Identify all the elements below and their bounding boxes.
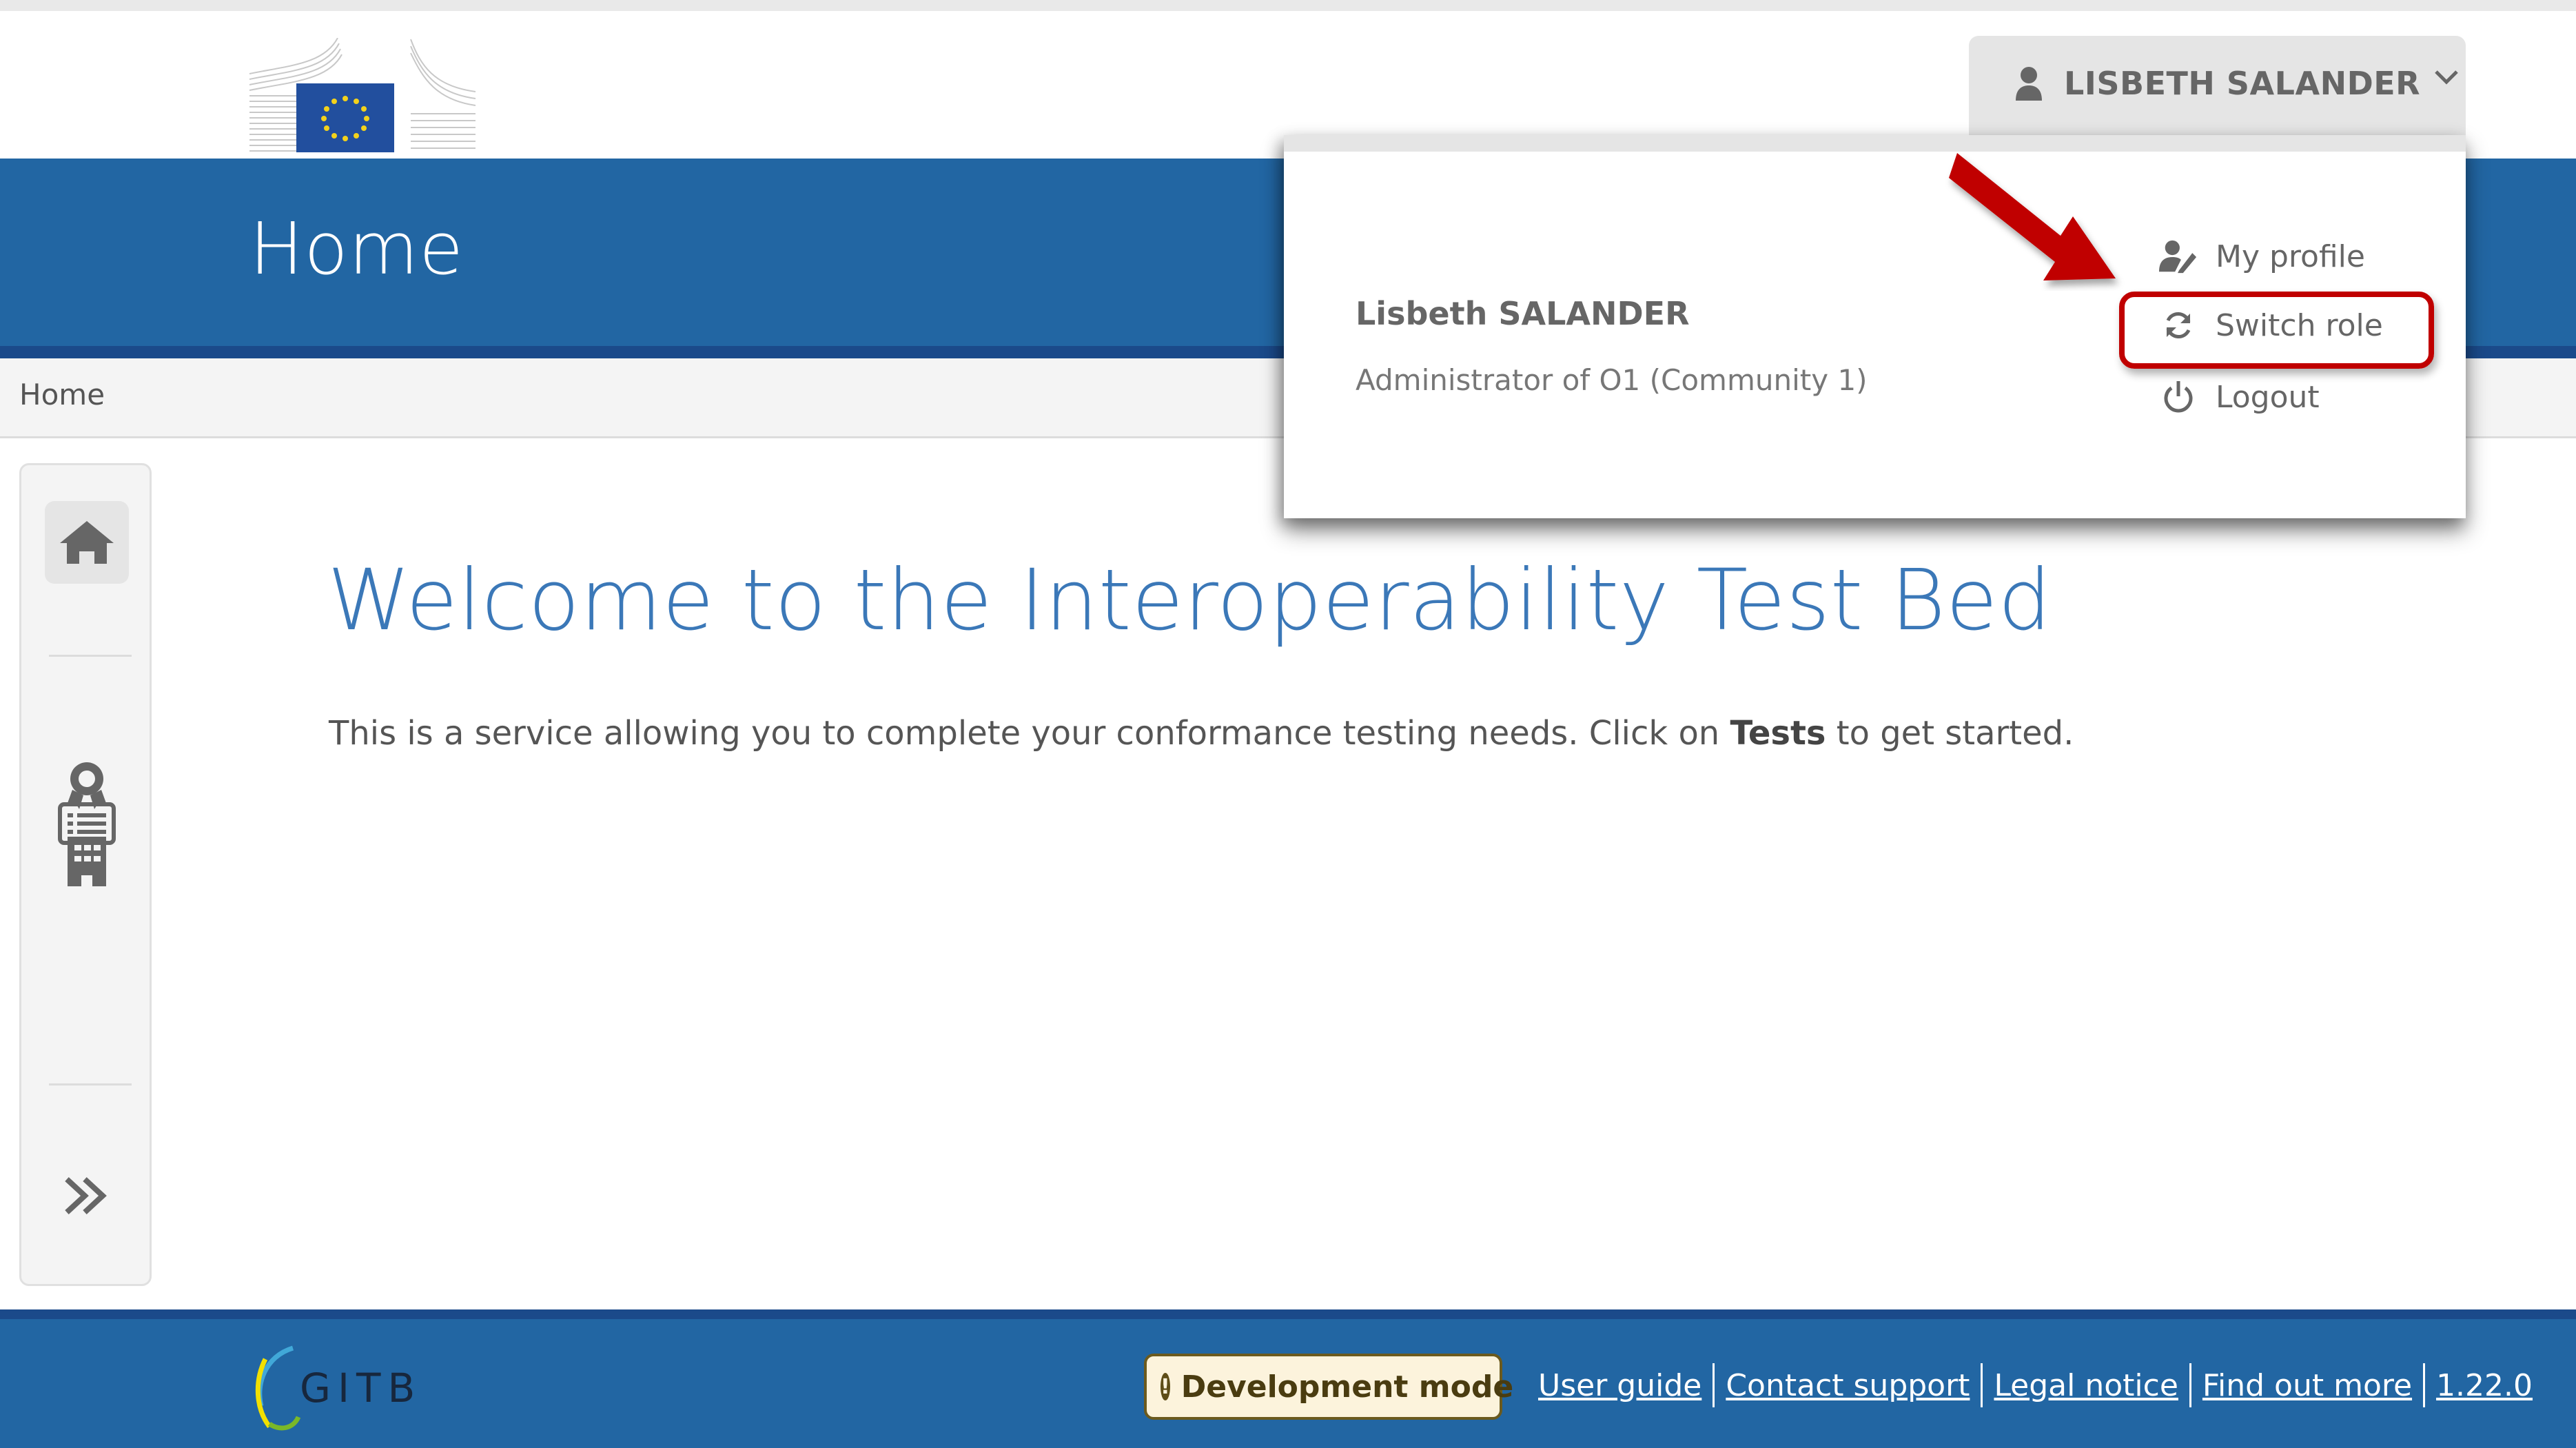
find-out-more-link[interactable]: Find out more <box>2202 1368 2412 1403</box>
development-mode-badge[interactable]: ! Development mode <box>1144 1354 1513 1420</box>
european-commission-logo[interactable] <box>248 38 477 154</box>
power-icon <box>2164 381 2193 413</box>
my-profile-label: My profile <box>2216 238 2365 274</box>
footer-separator <box>1713 1363 1715 1407</box>
building-icon <box>68 837 106 886</box>
intro-text: This is a service allowing you to comple… <box>329 714 2074 753</box>
logout-label: Logout <box>2216 379 2320 415</box>
switch-role-highlight-box <box>2119 292 2434 369</box>
footer-separator <box>2423 1363 2426 1407</box>
welcome-heading: Welcome to the Interoperability Test Bed <box>327 551 2052 649</box>
gitb-logo[interactable]: GITB <box>252 1343 431 1432</box>
red-arrow-annotation <box>1949 153 2116 281</box>
intro-text-before: This is a service allowing you to comple… <box>329 714 1730 753</box>
legal-notice-link[interactable]: Legal notice <box>1994 1368 2178 1403</box>
footer-separator <box>2189 1363 2191 1407</box>
user-role: Administrator of O1 (Community 1) <box>1356 363 1868 397</box>
my-profile-menu-item[interactable]: My profile <box>2159 237 2365 276</box>
footer-separator <box>1981 1363 1983 1407</box>
version-link[interactable]: 1.22.0 <box>2436 1368 2533 1403</box>
browser-top-strip <box>0 0 2576 11</box>
user-icon <box>2016 67 2042 101</box>
sidebar-divider <box>49 1083 132 1085</box>
sidebar-expand-button[interactable] <box>56 1165 118 1227</box>
intro-text-after: to get started. <box>1826 714 2074 753</box>
gitb-logo-text: GITB <box>300 1365 422 1411</box>
home-icon <box>60 521 114 564</box>
exclamation-icon: ! <box>1161 1373 1170 1400</box>
double-chevron-right-icon <box>65 1177 107 1214</box>
sidebar-divider <box>49 655 132 657</box>
contact-support-link[interactable]: Contact support <box>1726 1368 1970 1403</box>
page-title: Home <box>249 207 464 291</box>
logout-menu-item[interactable]: Logout <box>2159 378 2320 416</box>
user-edit-icon <box>2159 240 2197 274</box>
sidebar-item-organisation[interactable] <box>56 830 118 893</box>
footer-links: User guide Contact support Legal notice … <box>1538 1363 2533 1407</box>
tests-keyword: Tests <box>1730 714 1826 753</box>
user-full-name: Lisbeth SALANDER <box>1356 295 1690 332</box>
chevron-down-icon <box>2435 70 2458 85</box>
user-guide-link[interactable]: User guide <box>1538 1368 1701 1403</box>
sidebar-item-home[interactable] <box>45 501 129 584</box>
development-mode-label: Development mode <box>1180 1369 1514 1405</box>
sidebar <box>19 463 152 1286</box>
breadcrumb-item-home[interactable]: Home <box>19 378 105 411</box>
user-menu-label: LISBETH SALANDER <box>2064 65 2421 102</box>
